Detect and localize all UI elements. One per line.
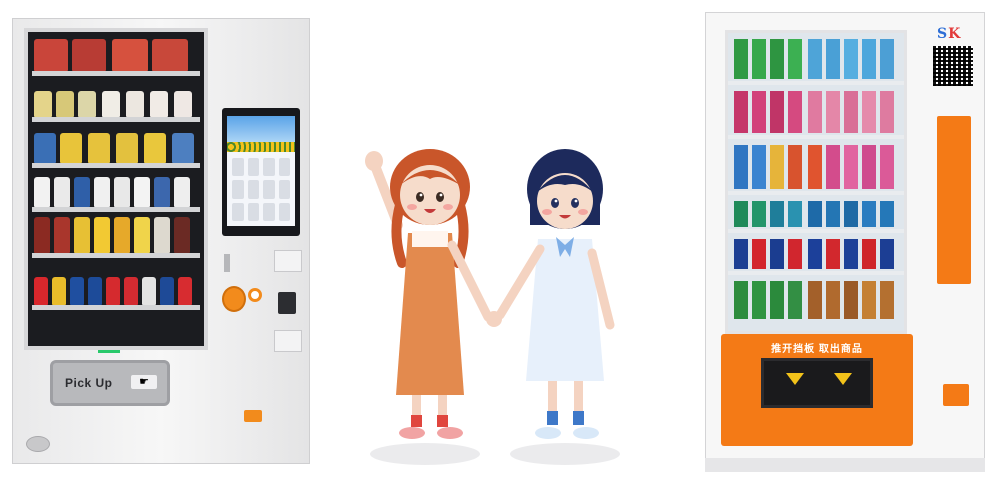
display-glass — [24, 28, 208, 350]
bill-acceptor[interactable] — [274, 250, 302, 272]
shelf-row — [32, 217, 200, 258]
pickup-label: Pick Up — [65, 376, 113, 390]
pickup-instruction: 推开挡板 取出商品 — [771, 344, 863, 355]
brand-logo: SK — [937, 26, 962, 42]
shadow — [370, 443, 480, 465]
pickup-window[interactable] — [761, 358, 873, 408]
drink-row-mixed — [734, 145, 894, 189]
shadow — [510, 443, 620, 465]
lock-key — [224, 254, 230, 272]
qr-code — [933, 46, 973, 86]
shelf-row — [32, 172, 200, 212]
shelf-row — [32, 270, 200, 310]
drink-row-pink — [734, 91, 894, 133]
kids-svg — [365, 149, 615, 439]
hand-icon: ☛ — [131, 375, 157, 389]
pickup-door[interactable]: Pick Up ☛ — [50, 360, 170, 406]
right-vending-machine: SK 推开挡板 取出商品 — [705, 12, 985, 474]
coin-return[interactable] — [943, 384, 969, 406]
receipt-slot — [274, 330, 302, 352]
touch-screen[interactable] — [222, 108, 300, 236]
drink-row-blue — [734, 201, 894, 227]
shelf-row — [32, 128, 200, 168]
product-image-scene: Pick Up ☛ SK 推开挡板 取出商品 — [0, 0, 995, 493]
card-reader[interactable] — [278, 292, 296, 314]
pickup-panel[interactable]: 推开挡板 取出商品 — [721, 334, 913, 446]
shelf-row — [32, 82, 200, 122]
drink-row-bottom — [734, 281, 894, 319]
payment-panel[interactable] — [937, 116, 971, 284]
children-illustration — [360, 145, 630, 465]
shelf-row — [32, 36, 200, 76]
down-arrow-icon — [834, 373, 852, 385]
girl-figure — [365, 149, 493, 439]
logo-plate — [26, 436, 50, 452]
down-arrow-icon — [786, 373, 804, 385]
left-vending-machine: Pick Up ☛ — [12, 18, 310, 466]
coin-slot[interactable] — [222, 286, 246, 312]
coin-acceptor[interactable] — [248, 288, 262, 302]
drinks-svg — [728, 39, 904, 319]
drink-row-green — [734, 39, 894, 79]
display-glass — [725, 30, 907, 334]
coin-return[interactable] — [244, 410, 262, 422]
machine-base — [705, 458, 985, 472]
child-figure — [486, 149, 615, 439]
screen-content — [227, 116, 295, 226]
status-led — [98, 350, 120, 353]
drink-row-cola — [734, 239, 894, 269]
